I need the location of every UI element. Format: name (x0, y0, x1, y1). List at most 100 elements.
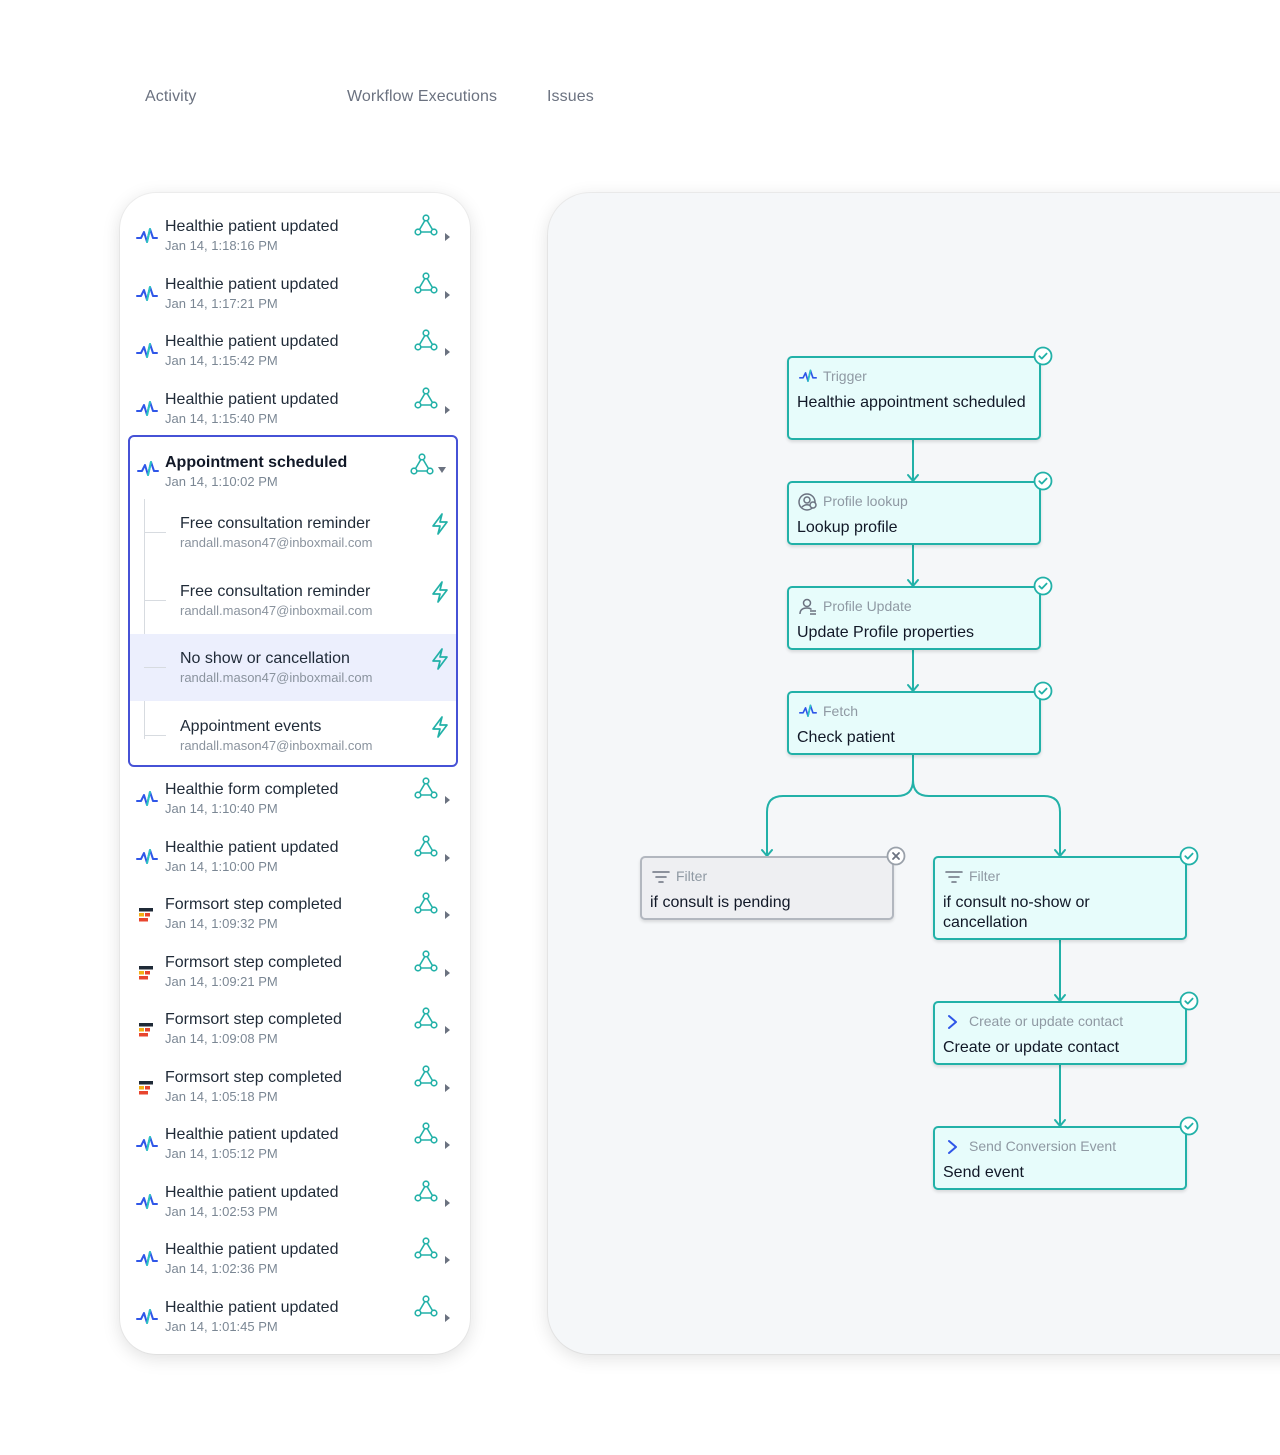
chevron-down-icon[interactable] (436, 465, 448, 475)
node-label: Lookup profile (797, 519, 898, 536)
formsort-icon (139, 908, 153, 922)
activity-item-title: Healthie form completed (165, 781, 339, 798)
activity-item-time: Jan 14, 1:10:02 PM (165, 474, 278, 489)
execution-email: randall.mason47@inboxmail.com (180, 737, 373, 753)
node-trigger[interactable]: Trigger Healthie appointment scheduled (787, 346, 1053, 440)
node-type-label: Profile lookup (823, 493, 908, 509)
activity-item-title: Healthie patient updated (165, 218, 339, 235)
execution-title: Free consultation reminder (180, 515, 371, 532)
workflow-execution-item[interactable]: No show or cancellation randall.mason47@i… (130, 634, 456, 701)
check-circle-icon (1179, 846, 1199, 866)
healthie-icon (136, 228, 158, 243)
chevron-right-icon[interactable] (442, 795, 452, 805)
activity-item[interactable]: Healthie patient updated Jan 14, 1:05:12 … (120, 1118, 470, 1174)
execution-title: Appointment events (180, 717, 322, 735)
activity-item[interactable]: Healthie patient updated Jan 14, 1:02:36 … (120, 1233, 470, 1289)
activity-item-title: Healthie patient updated (165, 1298, 339, 1316)
activity-item[interactable]: Formsort step completed Jan 14, 1:09:32 P… (120, 888, 470, 944)
chevron-right-icon[interactable] (442, 1140, 452, 1150)
node-profile-update[interactable]: Profile Update Update Profile properties (787, 576, 1053, 650)
tree-branch (144, 532, 166, 533)
healthie-icon (137, 461, 159, 476)
node-label: Healthie appointment scheduled (797, 394, 1026, 411)
activity-item-time: Jan 14, 1:17:21 PM (165, 295, 278, 311)
activity-item[interactable]: Healthie patient updated Jan 14, 1:02:53 … (120, 1176, 470, 1232)
workflow-icon (414, 329, 438, 351)
tab-activity[interactable]: Activity (145, 88, 196, 106)
check-circle-icon (1033, 471, 1053, 491)
execution-email: randall.mason47@inboxmail.com (180, 602, 373, 618)
activity-item-title: Formsort step completed (165, 953, 342, 971)
chevron-right-icon[interactable] (442, 405, 452, 415)
chevron-right-icon[interactable] (442, 1255, 452, 1265)
chevron-right-icon (948, 1015, 957, 1029)
healthie-icon (136, 848, 158, 864)
node-send-conversion-event[interactable]: Send Conversion Event Send event (933, 1116, 1199, 1190)
tree-branch (144, 734, 166, 736)
chevron-right-icon[interactable] (442, 1025, 452, 1035)
tab-workflow-executions[interactable]: Workflow Executions (347, 88, 497, 106)
activity-item-time: Jan 14, 1:18:16 PM (165, 238, 278, 253)
node-label: Check patient (797, 729, 895, 746)
chevron-right-icon[interactable] (442, 853, 452, 863)
activity-item-title: Appointment scheduled (165, 454, 348, 471)
activity-item-time: Jan 14, 1:10:40 PM (165, 801, 278, 816)
execution-email: randall.mason47@inboxmail.com (180, 535, 373, 550)
workflow-icon (414, 1179, 438, 1202)
activity-item-time: Jan 14, 1:05:18 PM (165, 1088, 278, 1104)
check-circle-icon (1033, 346, 1053, 366)
node-profile-lookup[interactable]: Profile lookup Lookup profile (787, 471, 1053, 545)
node-create-update-contact[interactable]: Create or update contact Create or updat… (933, 991, 1199, 1065)
activity-item[interactable]: Healthie patient updated Jan 14, 1:01:45 … (120, 1291, 470, 1347)
execution-title: No show or cancellation (180, 650, 350, 667)
lightning-icon (432, 715, 448, 738)
activity-item[interactable]: Formsort step completed Jan 14, 1:09:08 P… (120, 1003, 470, 1059)
node-fetch[interactable]: Fetch Check patient (787, 681, 1053, 755)
chevron-right-icon[interactable] (442, 910, 452, 920)
chevron-right-icon[interactable] (442, 1198, 452, 1208)
chevron-right-icon[interactable] (442, 968, 452, 978)
activity-item[interactable]: Healthie patient updated Jan 14, 1:15:42 … (120, 325, 470, 381)
check-circle-icon (1033, 576, 1053, 596)
activity-item[interactable]: Healthie patient updated Jan 14, 1:15:40 … (120, 383, 470, 439)
chevron-right-icon[interactable] (442, 1083, 452, 1093)
workflow-icon (414, 1122, 438, 1144)
workflow-execution-item[interactable]: Free consultation reminder randall.mason4… (130, 567, 456, 634)
activity-item-time: Jan 14, 1:05:12 PM (165, 1146, 278, 1161)
workflow-execution-item[interactable]: Free consultation reminder randall.mason4… (130, 499, 456, 566)
node-label: Send event (943, 1164, 1024, 1181)
activity-item-title: Healthie patient updated (165, 390, 339, 408)
workflow-icon (414, 214, 438, 236)
activity-item[interactable]: Formsort step completed Jan 14, 1:09:21 P… (120, 946, 470, 1002)
check-circle-icon (1033, 681, 1053, 701)
healthie-icon (136, 1308, 158, 1324)
chevron-right-icon[interactable] (442, 1313, 452, 1323)
activity-item-title: Formsort step completed (165, 1011, 342, 1028)
filter-icon (652, 871, 670, 883)
workflow-icon (414, 1237, 438, 1259)
activity-item-title: Healthie patient updated (165, 838, 339, 856)
chevron-right-icon[interactable] (442, 232, 452, 242)
expanded-activity-item: Appointment scheduled Jan 14, 1:10:02 PM… (128, 435, 458, 767)
activity-item[interactable]: Healthie form completed Jan 14, 1:10:40 P… (120, 773, 470, 829)
activity-item[interactable]: Healthie patient updated Jan 14, 1:17:21 … (120, 268, 470, 324)
tab-issues[interactable]: Issues (547, 88, 594, 106)
tree-branch (144, 599, 166, 601)
activity-item[interactable]: Healthie patient updated Jan 14, 1:10:00 … (120, 831, 470, 887)
activity-item-title: Healthie patient updated (165, 1126, 339, 1143)
node-label: Update Profile properties (797, 624, 974, 641)
activity-item-time: Jan 14, 1:10:00 PM (165, 858, 278, 874)
activity-item-appointment-scheduled[interactable]: Appointment scheduled Jan 14, 1:10:02 PM (130, 437, 456, 499)
activity-item[interactable]: Formsort step completed Jan 14, 1:05:18 P… (120, 1061, 470, 1117)
node-filter-pending[interactable]: Filter if consult is pending (640, 846, 906, 920)
workflow-execution-item[interactable]: Appointment events randall.mason47@inboxm… (130, 702, 456, 766)
chevron-right-icon[interactable] (442, 347, 452, 357)
formsort-icon (139, 965, 153, 979)
activity-item-time: Jan 14, 1:15:42 PM (165, 353, 278, 368)
node-label: if consult is pending (650, 894, 791, 911)
workflow-icon (414, 1064, 438, 1087)
healthie-icon (136, 285, 158, 301)
chevron-right-icon[interactable] (442, 290, 452, 300)
activity-item[interactable]: Healthie patient updated Jan 14, 1:18:16 … (120, 210, 470, 266)
node-filter-noshow[interactable]: Filter if consult no-show or cancellatio… (933, 846, 1199, 940)
